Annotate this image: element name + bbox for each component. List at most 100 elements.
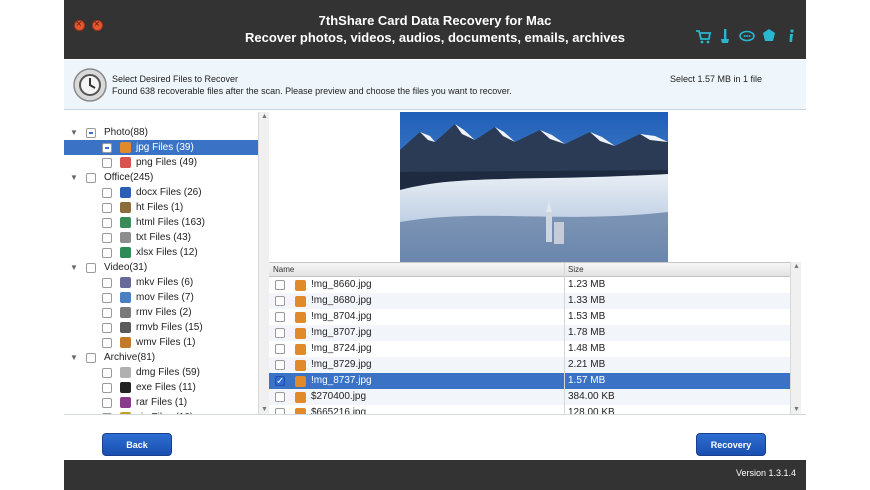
row-checkbox[interactable] [275,360,285,370]
tree-item[interactable]: png Files (49) [64,155,258,170]
table-row[interactable]: !mg_8737.jpg 1.57 MB [269,373,800,390]
file-table: Name Size !mg_8660.jpg 1.23 MB !mg_8680.jp… [269,262,800,414]
html-icon [120,217,131,228]
file-name: !mg_8680.jpg [311,295,372,306]
tree-item[interactable]: ht Files (1) [64,200,258,215]
version-label: Version 1.3.1.4 [735,468,796,478]
tree-checkbox[interactable] [102,188,112,198]
file-size: 128.00 KB [568,407,615,414]
tree-item[interactable]: ▼ Office(245) [64,170,258,185]
file-name: !mg_8729.jpg [311,359,372,370]
tree-checkbox[interactable] [86,128,96,138]
table-row[interactable]: !mg_8660.jpg 1.23 MB [269,277,800,293]
tree-item[interactable]: txt Files (43) [64,230,258,245]
file-name: !mg_8660.jpg [311,279,372,290]
recovery-button[interactable]: Recovery [696,433,766,456]
tree-checkbox[interactable] [86,353,96,363]
table-scroll-down-icon[interactable]: ▼ [793,406,800,413]
file-size: 2.21 MB [568,359,606,370]
tree-item[interactable]: ▼ Archive(81) [64,350,258,365]
tree-item[interactable]: rmv Files (2) [64,305,258,320]
tree-checkbox[interactable] [102,383,112,393]
tree-scrollbar[interactable]: ▲ ▼ [258,112,269,414]
table-row[interactable]: !mg_8704.jpg 1.53 MB [269,309,800,325]
info-bar: Select Desired Files to Recover Found 63… [64,60,806,110]
tree-item-label: png Files (49) [136,157,198,168]
tree-checkbox[interactable] [102,368,112,378]
file-name: $270400.jpg [311,391,367,402]
row-checkbox[interactable] [275,328,285,338]
tree-checkbox[interactable] [102,293,112,303]
expand-triangle-icon[interactable]: ▼ [70,170,78,185]
tree-checkbox[interactable] [102,323,112,333]
tree-checkbox[interactable] [102,308,112,318]
tree-item[interactable]: mov Files (7) [64,290,258,305]
row-checkbox[interactable] [275,344,285,354]
title-bar: 7thShare Card Data Recovery for Mac Reco… [64,0,806,59]
tree-checkbox[interactable] [102,233,112,243]
file-size: 1.48 MB [568,343,606,354]
table-row[interactable]: !mg_8724.jpg 1.48 MB [269,341,800,357]
table-scroll-up-icon[interactable]: ▲ [793,263,800,270]
tree-item-label: html Files (163) [136,217,205,228]
tree-item[interactable]: ▼ Video(31) [64,260,258,275]
expand-triangle-icon[interactable]: ▼ [70,260,78,275]
tree-checkbox[interactable] [102,143,112,153]
feedback-icon[interactable] [738,27,756,45]
table-row[interactable]: !mg_8729.jpg 2.21 MB [269,357,800,373]
row-checkbox[interactable] [275,312,285,322]
row-checkbox[interactable] [275,392,285,402]
expand-triangle-icon[interactable]: ▼ [70,125,78,140]
exe-icon [120,382,131,393]
cart-icon[interactable] [694,27,712,45]
globe-icon[interactable] [760,27,778,45]
tree-checkbox[interactable] [102,398,112,408]
tree-item[interactable]: rmvb Files (15) [64,320,258,335]
row-checkbox[interactable] [275,296,285,306]
table-scrollbar[interactable]: ▲ ▼ [790,262,801,414]
tree-item-label: exe Files (11) [136,382,196,393]
tree-item[interactable]: wmv Files (1) [64,335,258,350]
column-header-name[interactable]: Name [273,263,294,277]
file-size: 1.33 MB [568,295,606,306]
tree-checkbox[interactable] [102,158,112,168]
back-button[interactable]: Back [102,433,172,456]
rar-icon [120,397,131,408]
scroll-down-arrow-icon[interactable]: ▼ [261,406,268,413]
row-checkbox[interactable] [275,280,285,290]
tree-checkbox[interactable] [102,278,112,288]
table-row[interactable]: !mg_8707.jpg 1.78 MB [269,325,800,341]
tree-checkbox[interactable] [102,218,112,228]
tree-item[interactable]: rar Files (1) [64,395,258,410]
tree-item-label: Video(31) [104,262,148,273]
tree-item[interactable]: html Files (163) [64,215,258,230]
tree-item[interactable]: xlsx Files (12) [64,245,258,260]
jpg-file-icon [295,392,306,403]
jpg-file-icon [295,312,306,323]
table-row[interactable]: !mg_8680.jpg 1.33 MB [269,293,800,309]
table-row[interactable]: $270400.jpg 384.00 KB [269,389,800,405]
ht-icon [120,202,131,213]
key-icon[interactable] [716,27,734,45]
tree-checkbox[interactable] [102,203,112,213]
expand-triangle-icon[interactable]: ▼ [70,350,78,365]
tree-checkbox[interactable] [86,173,96,183]
tree-checkbox[interactable] [102,338,112,348]
tree-checkbox[interactable] [102,248,112,258]
file-name: !mg_8737.jpg [311,375,372,386]
tree-item[interactable]: jpg Files (39) [64,140,258,155]
row-checkbox[interactable] [275,374,285,390]
table-row[interactable]: $665216.jpg 128.00 KB [269,405,800,414]
column-header-size[interactable]: Size [568,263,584,277]
scroll-up-arrow-icon[interactable]: ▲ [261,113,268,120]
tree-item[interactable]: ▼ Photo(88) [64,125,258,140]
tree-item[interactable]: dmg Files (59) [64,365,258,380]
jpg-file-icon [295,376,306,387]
jpg-icon [120,142,131,153]
tree-checkbox[interactable] [86,263,96,273]
info-icon[interactable] [782,27,800,45]
tree-item[interactable]: exe Files (11) [64,380,258,395]
tree-item[interactable]: docx Files (26) [64,185,258,200]
tree-item[interactable]: mkv Files (6) [64,275,258,290]
tree-item-label: rar Files (1) [136,397,188,408]
